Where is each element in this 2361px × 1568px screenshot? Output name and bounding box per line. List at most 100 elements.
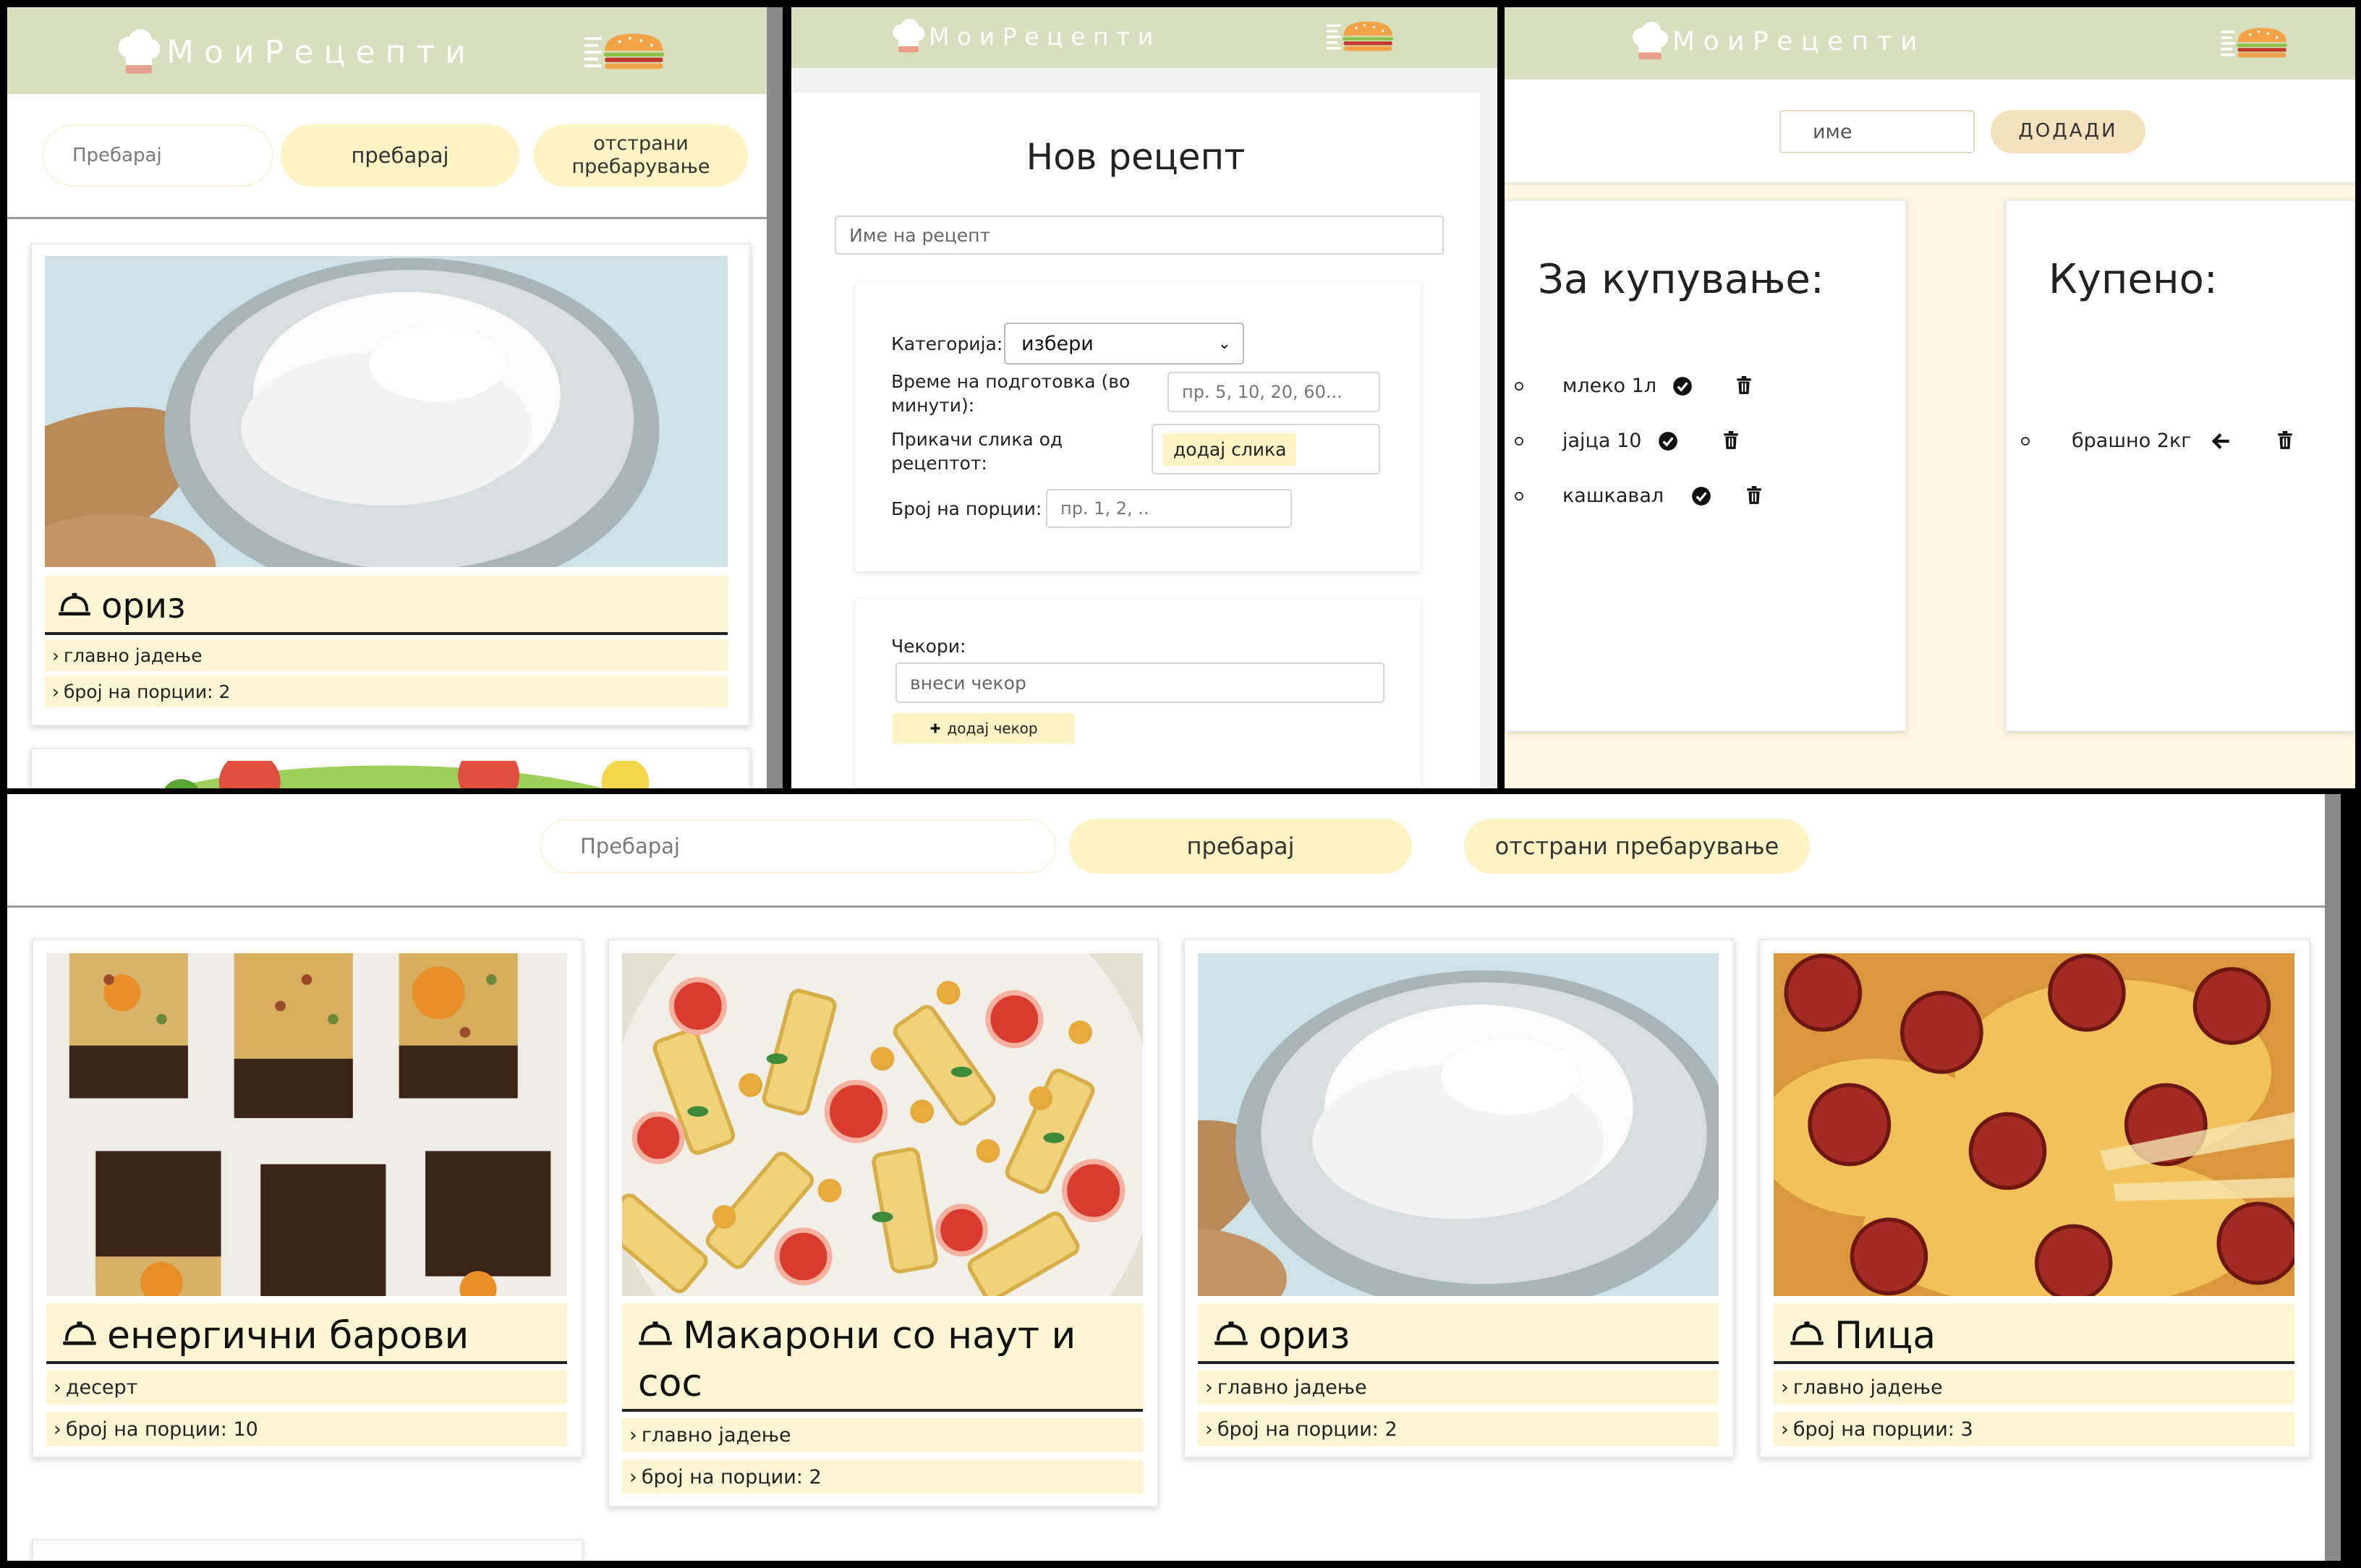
app-logo[interactable]: МоиРецепти bbox=[890, 17, 1161, 55]
scrollbar[interactable] bbox=[2325, 794, 2341, 1561]
trash-icon[interactable] bbox=[1736, 376, 1752, 395]
search-input[interactable]: Пребарај bbox=[42, 124, 273, 187]
chevron-right-icon: › bbox=[629, 1423, 637, 1446]
form-title: Нов рецепт bbox=[1026, 136, 1246, 178]
recipe-category: › главно јадење bbox=[622, 1418, 1143, 1452]
details-section: Категорија: избери ⌄ Време на подготовка… bbox=[855, 282, 1421, 571]
recipe-card[interactable]: Пица › главно јадење › број на порции: 3 bbox=[1759, 939, 2310, 1458]
recipe-name-bar: ориз bbox=[45, 576, 728, 635]
bullet bbox=[1515, 382, 1523, 391]
recipe-category-text: главно јадење bbox=[1792, 1376, 1943, 1399]
prep-time-input[interactable]: пр. 5, 10, 20, 60... bbox=[1167, 372, 1380, 412]
app-logo[interactable]: МоиРецепти bbox=[114, 27, 476, 77]
add-step-button[interactable]: додај чекор bbox=[893, 713, 1075, 743]
search-button[interactable]: пребарај bbox=[1069, 819, 1412, 874]
clear-search-button[interactable]: отстрани пребарување bbox=[534, 124, 748, 187]
recipe-name-bar: Пица bbox=[1774, 1303, 2294, 1364]
burger-menu-icon[interactable] bbox=[2221, 25, 2287, 61]
image-upload-field: додај слика bbox=[1152, 424, 1380, 474]
recipe-name: Макарони со наут и сос bbox=[638, 1314, 1076, 1405]
check-circle-icon[interactable] bbox=[1658, 431, 1678, 451]
clear-search-label-2: пребарување bbox=[571, 155, 710, 178]
recipe-card[interactable]: ориз › главно јадење › број на порции: 2 bbox=[30, 243, 751, 726]
recipe-category-text: главно јадење bbox=[641, 1423, 791, 1446]
app-title: МоиРецепти bbox=[166, 33, 476, 71]
chevron-right-icon: › bbox=[52, 681, 59, 702]
arrow-left-icon[interactable] bbox=[2211, 431, 2231, 451]
item-name-input[interactable]: име bbox=[1779, 110, 1975, 153]
recipe-name-bar: ориз bbox=[1198, 1303, 1719, 1364]
check-circle-icon[interactable] bbox=[1672, 376, 1693, 396]
chevron-right-icon: › bbox=[1205, 1418, 1213, 1441]
app-header: МоиРецепти bbox=[791, 7, 1497, 68]
steps-label: Чекори: bbox=[891, 636, 966, 657]
steps-section: Чекори: внеси чекор додај чекор bbox=[855, 599, 1421, 787]
divider bbox=[7, 906, 2325, 908]
bought-title: Купено: bbox=[2049, 256, 2218, 303]
scrollbar[interactable] bbox=[767, 7, 783, 788]
divider bbox=[1505, 182, 2355, 185]
trash-icon[interactable] bbox=[1746, 486, 1762, 505]
search-placeholder: Пребарај bbox=[580, 834, 680, 858]
recipe-name-wrap: ориз bbox=[1214, 1312, 1350, 1360]
recipe-name-input[interactable]: Име на рецепт bbox=[835, 216, 1444, 255]
app-logo[interactable]: МоиРецепти bbox=[1629, 20, 1926, 62]
recipe-portions-text: број на порции: 2 bbox=[641, 1465, 822, 1488]
trash-icon[interactable] bbox=[1723, 431, 1739, 450]
food-dome-icon bbox=[638, 1319, 673, 1348]
prep-time-label: Време на подготовка (во минути): bbox=[891, 371, 1131, 416]
recipe-card[interactable]: енергични барови › десерт › број на порции: … bbox=[32, 939, 583, 1458]
search-input[interactable]: Пребарај bbox=[540, 819, 1056, 874]
recipe-card[interactable]: ориз › главно јадење › број на порции: 2 bbox=[1183, 939, 1735, 1458]
recipe-category: › десерт bbox=[46, 1370, 567, 1405]
app-header: МоиРецепти bbox=[1505, 7, 2355, 80]
recipe-name-bar: Макарони со наут и сос bbox=[622, 1303, 1143, 1412]
item-name-placeholder: име bbox=[1813, 120, 1852, 143]
recipe-name: ориз bbox=[1259, 1314, 1350, 1358]
food-dome-icon bbox=[1790, 1319, 1824, 1348]
chevron-right-icon: › bbox=[629, 1465, 637, 1488]
add-item-button[interactable]: ДОДАДИ bbox=[1991, 110, 2145, 153]
search-button[interactable]: пребарај bbox=[281, 124, 519, 187]
recipe-photo bbox=[1774, 953, 2294, 1296]
recipe-category-text: десерт bbox=[65, 1376, 138, 1399]
recipe-card[interactable] bbox=[32, 1539, 583, 1561]
burger-menu-icon[interactable] bbox=[584, 30, 664, 72]
image-label: Прикачи слика од рецептот: bbox=[891, 429, 1063, 474]
to-buy-title: За купување: bbox=[1538, 256, 1824, 303]
prep-time-placeholder: пр. 5, 10, 20, 60... bbox=[1182, 382, 1343, 402]
category-selected-value: избери bbox=[1021, 332, 1094, 355]
recipe-portions: › број на порции: 2 bbox=[45, 676, 728, 707]
recipe-photo bbox=[1198, 953, 1719, 1296]
recipe-card[interactable]: Макарони со наут и сос › главно јадење › бро… bbox=[608, 939, 1159, 1507]
new-recipe-form: Нов рецепт Име на рецепт Категорија: изб… bbox=[791, 93, 1480, 788]
recipe-photo bbox=[622, 953, 1143, 1296]
chef-hat-icon bbox=[1629, 20, 1671, 62]
category-label: Категорија: bbox=[891, 333, 1003, 354]
check-circle-icon[interactable] bbox=[1691, 486, 1711, 506]
category-select[interactable]: избери ⌄ bbox=[1004, 323, 1244, 365]
search-placeholder: Пребарај bbox=[72, 145, 162, 166]
add-image-button[interactable]: додај слика bbox=[1163, 433, 1297, 466]
recipe-card[interactable] bbox=[30, 748, 751, 788]
recipe-photo bbox=[45, 761, 728, 788]
portions-input[interactable]: пр. 1, 2, .. bbox=[1046, 489, 1292, 528]
panel-shopping-list: МоиРецепти име ДОДАДИ За купување: млеко… bbox=[1505, 7, 2355, 788]
to-buy-list: За купување: млеко 1л јајца 10 кашкавал bbox=[1505, 200, 1907, 732]
chevron-right-icon: › bbox=[54, 1376, 61, 1399]
burger-menu-icon[interactable] bbox=[1327, 19, 1393, 54]
recipe-photo bbox=[46, 953, 567, 1296]
bought-list: Купено: брашно 2кг bbox=[2005, 200, 2355, 732]
recipe-name: Пица bbox=[1834, 1314, 1936, 1358]
step-input[interactable]: внеси чекор bbox=[896, 662, 1384, 703]
shopping-item: брашно 2кг bbox=[2007, 430, 2355, 459]
chevron-right-icon: › bbox=[54, 1418, 61, 1441]
chevron-right-icon: › bbox=[1781, 1418, 1789, 1441]
trash-icon[interactable] bbox=[2277, 431, 2293, 450]
shopping-item-label: кашкавал bbox=[1562, 485, 1664, 507]
recipe-portions-text: број на порции: 2 bbox=[1217, 1418, 1398, 1441]
recipe-name-wrap: Макарони со наут и сос bbox=[638, 1312, 1136, 1407]
recipe-portions: › број на порции: 2 bbox=[1198, 1412, 1719, 1446]
clear-search-button[interactable]: отстрани пребарување bbox=[1464, 819, 1810, 874]
add-item-bar: име ДОДАДИ bbox=[1505, 80, 2355, 182]
